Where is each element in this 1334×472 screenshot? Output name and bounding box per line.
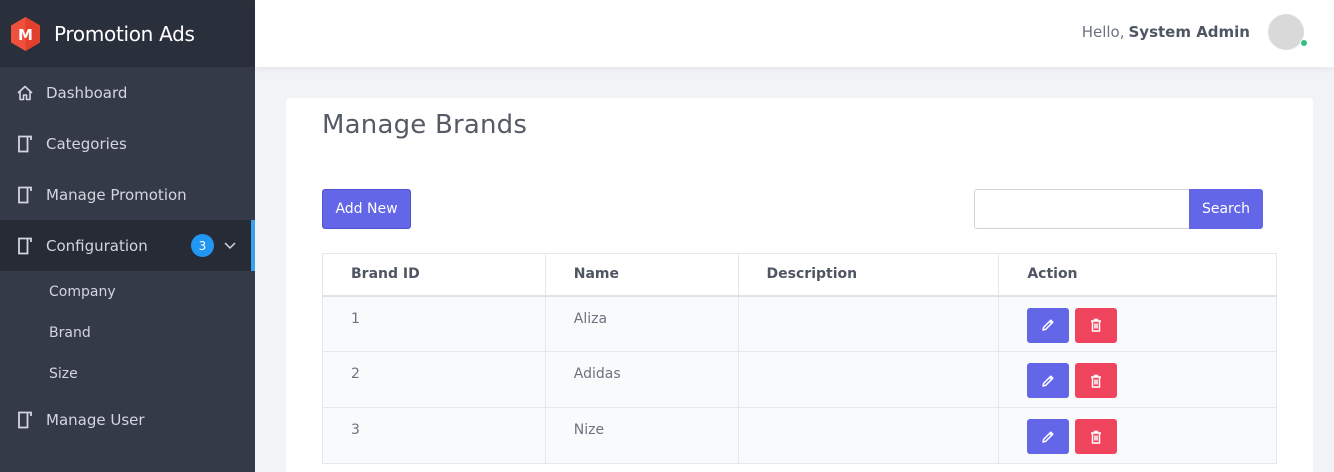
book-icon xyxy=(15,236,35,256)
pencil-icon xyxy=(1042,430,1054,443)
table-row: 2 Adidas xyxy=(322,351,1277,408)
cell-actions xyxy=(998,295,1277,352)
table-row: 1 Aliza xyxy=(322,295,1277,352)
sidebar-item-configuration[interactable]: Configuration 3 xyxy=(0,220,255,271)
delete-button[interactable] xyxy=(1074,363,1117,398)
cell-actions xyxy=(998,407,1277,464)
home-icon xyxy=(15,83,35,103)
pencil-icon xyxy=(1042,319,1054,331)
brand-bar: M Promotion Ads xyxy=(0,0,255,67)
sidebar-item-label: Dashboard xyxy=(46,83,128,102)
book-icon xyxy=(15,134,35,154)
trash-icon xyxy=(1090,318,1101,332)
book-icon xyxy=(15,410,35,430)
top-header: Hello, System Admin xyxy=(255,0,1334,67)
online-status-icon xyxy=(1300,39,1308,47)
column-header-description[interactable]: Description xyxy=(737,253,1000,297)
delete-button[interactable] xyxy=(1074,419,1117,454)
cell-brand-id: 1 xyxy=(322,295,546,352)
table-header-row: Brand ID Name Description Action xyxy=(322,253,1277,297)
sidebar-item-dashboard[interactable]: Dashboard xyxy=(0,67,255,118)
greeting-text: Hello, xyxy=(1081,23,1125,41)
sidebar-subitem-size[interactable]: Size xyxy=(0,353,255,394)
table-row: 3 Nize xyxy=(322,407,1277,464)
delete-button[interactable] xyxy=(1074,307,1117,343)
column-header-name[interactable]: Name xyxy=(544,253,739,297)
content-card: Manage Brands Add New Search Brand ID Na… xyxy=(286,98,1313,472)
search-button[interactable]: Search xyxy=(1189,189,1263,229)
chevron-down-icon[interactable] xyxy=(222,237,238,253)
sidebar: M Promotion Ads Dashboard Categories Man… xyxy=(0,0,255,472)
cell-name: Nize xyxy=(544,407,739,464)
user-name: System Admin xyxy=(1128,23,1250,41)
sidebar-item-label: Categories xyxy=(46,134,127,153)
trash-icon xyxy=(1090,374,1101,388)
cell-description xyxy=(737,295,1000,352)
cell-name: Aliza xyxy=(544,295,739,352)
sidebar-item-manage-user[interactable]: Manage User xyxy=(0,394,255,445)
count-badge: 3 xyxy=(191,234,214,257)
sidebar-item-label: Configuration xyxy=(46,236,148,255)
page-title: Manage Brands xyxy=(322,110,528,140)
brands-table: Brand ID Name Description Action 1 Aliza xyxy=(322,253,1277,464)
sidebar-subitem-brand[interactable]: Brand xyxy=(0,312,255,353)
user-greeting[interactable]: Hello, System Admin xyxy=(1082,23,1250,41)
app-logo-icon[interactable]: M xyxy=(9,16,42,52)
cell-brand-id: 3 xyxy=(322,407,546,464)
cell-brand-id: 2 xyxy=(322,351,546,408)
cell-description xyxy=(737,351,1000,408)
app-title: Promotion Ads xyxy=(54,21,195,46)
sidebar-item-label: Manage Promotion xyxy=(46,185,187,204)
sidebar-subitem-company[interactable]: Company xyxy=(0,271,255,312)
sidebar-item-manage-promotion[interactable]: Manage Promotion xyxy=(0,169,255,220)
cell-name: Adidas xyxy=(544,351,739,408)
sidebar-item-label: Manage User xyxy=(46,410,145,429)
edit-button[interactable] xyxy=(1027,419,1070,454)
search-input[interactable] xyxy=(974,189,1190,229)
cell-actions xyxy=(998,351,1277,408)
pencil-icon xyxy=(1042,374,1054,387)
sidebar-item-categories[interactable]: Categories xyxy=(0,118,255,169)
svg-text:M: M xyxy=(18,26,33,44)
edit-button[interactable] xyxy=(1027,307,1070,343)
edit-button[interactable] xyxy=(1027,363,1070,398)
add-new-button[interactable]: Add New xyxy=(322,189,411,229)
column-header-brand-id[interactable]: Brand ID xyxy=(322,253,546,297)
trash-icon xyxy=(1090,430,1101,444)
avatar[interactable] xyxy=(1268,14,1304,50)
cell-description xyxy=(737,407,1000,464)
book-icon xyxy=(15,185,35,205)
column-header-action: Action xyxy=(998,253,1277,297)
